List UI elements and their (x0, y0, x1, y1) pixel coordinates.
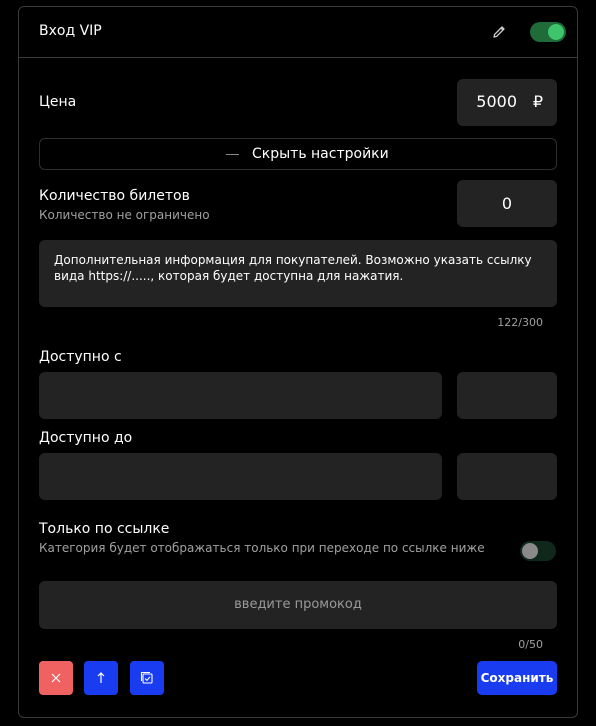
pencil-icon[interactable] (491, 24, 507, 40)
arrow-up-icon (97, 672, 105, 683)
link-only-label: Только по ссылке (39, 521, 170, 537)
ticket-category-card: Вход VIP Цена 5000 ₽ Скрыть настройки Ко… (18, 6, 578, 718)
tickets-count-value: 0 (501, 194, 513, 213)
hide-settings-button[interactable]: Скрыть настройки (39, 138, 557, 170)
category-enabled-toggle[interactable] (530, 22, 566, 42)
available-to-label: Доступно до (39, 430, 133, 446)
promo-code-placeholder: введите промокод (234, 597, 362, 612)
duplicate-button[interactable] (130, 661, 164, 695)
available-to-time-input[interactable] (457, 453, 557, 500)
tickets-label: Количество билетов (39, 188, 190, 204)
price-label: Цена (39, 94, 77, 110)
info-char-counter: 122/300 (497, 316, 543, 329)
save-button-label: Сохранить (480, 671, 554, 685)
category-title: Вход VIP (39, 23, 102, 39)
card-header: Вход VIP (19, 7, 577, 58)
price-input[interactable]: 5000 ₽ (457, 79, 557, 126)
currency-symbol: ₽ (532, 92, 543, 111)
available-from-date-input[interactable] (39, 372, 442, 419)
info-textarea[interactable]: Дополнительная информация для покупателе… (39, 240, 557, 307)
promo-char-counter: 0/50 (518, 638, 543, 651)
delete-button[interactable] (39, 661, 73, 695)
minus-icon (226, 154, 239, 155)
close-icon (51, 673, 61, 683)
info-text: Дополнительная информация для покупателе… (54, 253, 532, 283)
link-only-hint: Категория будет отображаться только при … (39, 541, 485, 555)
toggle-knob (548, 24, 564, 40)
promo-code-input[interactable]: введите промокод (39, 581, 557, 629)
tickets-hint: Количество не ограничено (39, 208, 210, 222)
save-button[interactable]: Сохранить (477, 661, 557, 695)
available-to-date-input[interactable] (39, 453, 442, 500)
move-up-button[interactable] (84, 661, 118, 695)
tickets-count-input[interactable]: 0 (457, 180, 557, 227)
toggle-knob (522, 543, 538, 559)
link-only-toggle[interactable] (520, 541, 556, 561)
available-from-label: Доступно с (39, 349, 122, 365)
available-from-time-input[interactable] (457, 372, 557, 419)
hide-settings-label: Скрыть настройки (252, 146, 389, 162)
price-value: 5000 (476, 92, 517, 111)
copy-check-icon (140, 671, 153, 684)
